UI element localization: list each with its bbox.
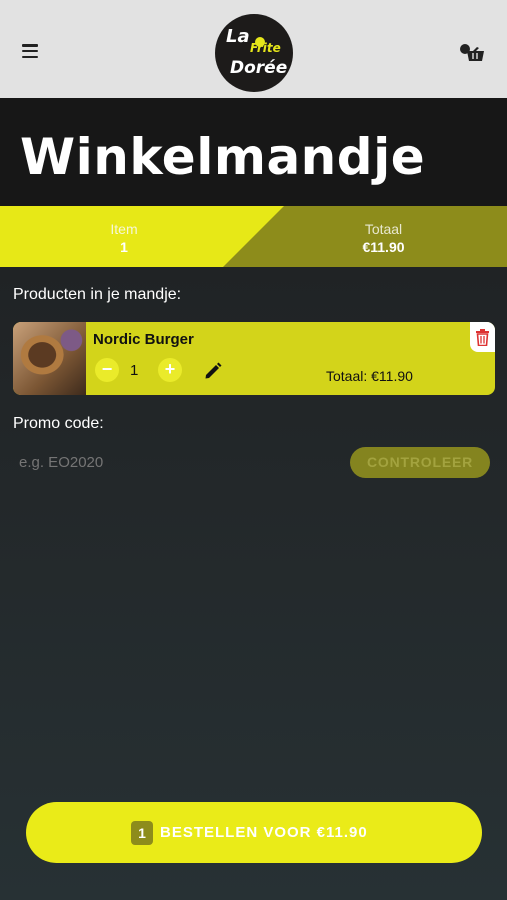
logo-text-doree: Dorée	[230, 58, 288, 78]
delete-item-button[interactable]	[470, 322, 495, 352]
logo-text-frite: Frite	[250, 41, 281, 55]
hamburger-menu-icon[interactable]	[22, 44, 38, 59]
summary-item-count: 1	[120, 239, 128, 255]
product-image	[13, 322, 86, 395]
promo-code-label: Promo code:	[13, 415, 104, 432]
place-order-button[interactable]: 1 BESTELLEN VOOR €11.90	[26, 802, 482, 863]
decrease-quantity-button[interactable]: −	[95, 358, 119, 382]
cart-summary-bar: Item 1 Totaal €11.90	[0, 206, 507, 267]
brand-logo[interactable]: La Frite Dorée	[215, 14, 293, 92]
logo-text-la: La	[226, 26, 250, 47]
promo-code-input[interactable]	[19, 454, 218, 471]
summary-total-value: €11.90	[362, 239, 405, 255]
pencil-icon[interactable]	[203, 361, 223, 381]
check-promo-button[interactable]: CONTROLEER	[350, 447, 490, 478]
product-name: Nordic Burger	[93, 331, 194, 348]
page-title: Winkelmandje	[20, 128, 426, 186]
summary-item-label: Item	[110, 221, 138, 237]
app-header: La Frite Dorée	[0, 0, 507, 98]
product-total: Totaal: €11.90	[326, 368, 413, 384]
increase-quantity-button[interactable]: +	[158, 358, 182, 382]
products-section-label: Producten in je mandje:	[13, 286, 182, 303]
trash-icon	[476, 329, 489, 346]
order-button-label: BESTELLEN VOOR €11.90	[160, 824, 368, 841]
cart-item: Nordic Burger − 1 + Totaal: €11.90	[13, 322, 495, 395]
summary-total-label: Totaal	[364, 221, 403, 237]
quantity-value: 1	[130, 362, 139, 379]
order-count-badge: 1	[131, 821, 153, 845]
shopping-basket-icon[interactable]	[458, 42, 486, 64]
